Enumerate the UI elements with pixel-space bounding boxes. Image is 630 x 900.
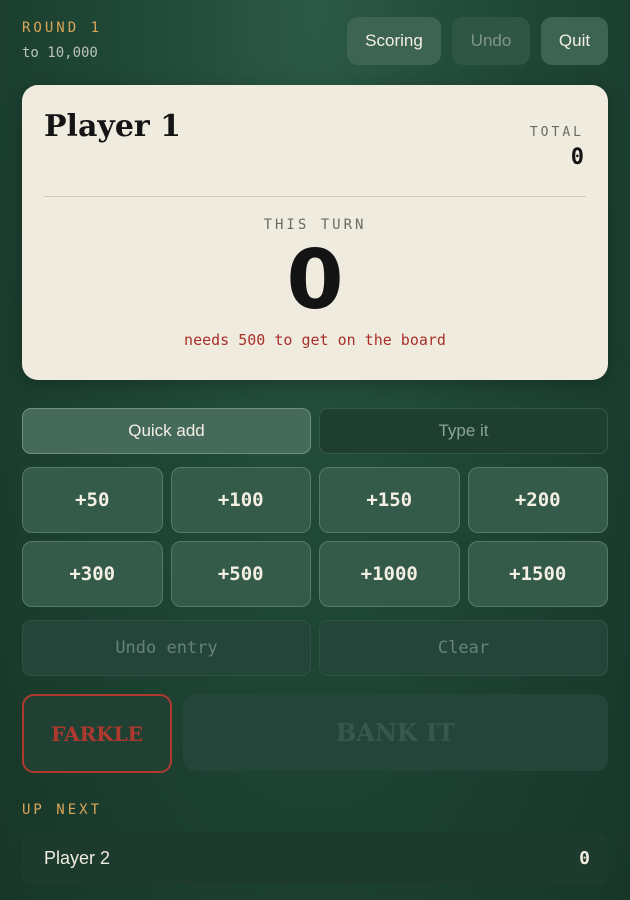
up-next-label: UP NEXT — [22, 802, 103, 818]
add-150-button[interactable]: +150 — [319, 467, 460, 533]
undo-entry-button[interactable]: Undo entry — [22, 620, 311, 676]
next-player-score: 0 — [579, 848, 590, 869]
farkle-button[interactable]: FARKLE — [22, 694, 172, 773]
bank-it-button[interactable]: BANK IT — [183, 694, 608, 771]
total-value: 0 — [570, 145, 584, 170]
quick-add-grid: +50 +100 +150 +200 +300 +500 +1000 +1500 — [22, 467, 608, 607]
add-100-button[interactable]: +100 — [170, 467, 311, 533]
tab-quick-add[interactable]: Quick add — [22, 408, 311, 454]
next-player-name: Player 2 — [44, 848, 111, 868]
player-name: Player 1 — [44, 109, 182, 144]
up-next-row: Player 2 0 — [22, 832, 608, 885]
turn-score: 0 — [286, 233, 344, 328]
turn-label: THIS TURN — [263, 217, 367, 233]
add-50-button[interactable]: +50 — [22, 467, 163, 533]
entry-mode-tabs: Quick add Type it — [22, 408, 608, 454]
current-player-card: Player 1 TOTAL 0 THIS TURN 0 needs 500 t… — [22, 85, 608, 380]
total-label: TOTAL — [529, 125, 584, 140]
scoring-button[interactable]: Scoring — [347, 17, 441, 65]
add-300-button[interactable]: +300 — [22, 541, 163, 607]
undo-button[interactable]: Undo — [452, 17, 530, 65]
header-buttons: Scoring Undo Quit — [347, 17, 608, 65]
target-score: to 10,000 — [22, 45, 98, 61]
add-1500-button[interactable]: +1500 — [467, 541, 608, 607]
board-hint: needs 500 to get on the board — [184, 331, 446, 349]
quit-button[interactable]: Quit — [541, 17, 608, 65]
add-200-button[interactable]: +200 — [467, 467, 608, 533]
header: ROUND 1 to 10,000 Scoring Undo Quit — [22, 16, 608, 66]
card-divider — [44, 196, 586, 197]
tab-type-it[interactable]: Type it — [319, 408, 608, 454]
clear-button[interactable]: Clear — [319, 620, 608, 676]
round-label: ROUND 1 — [22, 20, 103, 36]
add-1000-button[interactable]: +1000 — [319, 541, 460, 607]
entry-controls: Undo entry Clear — [22, 620, 608, 676]
add-500-button[interactable]: +500 — [170, 541, 311, 607]
